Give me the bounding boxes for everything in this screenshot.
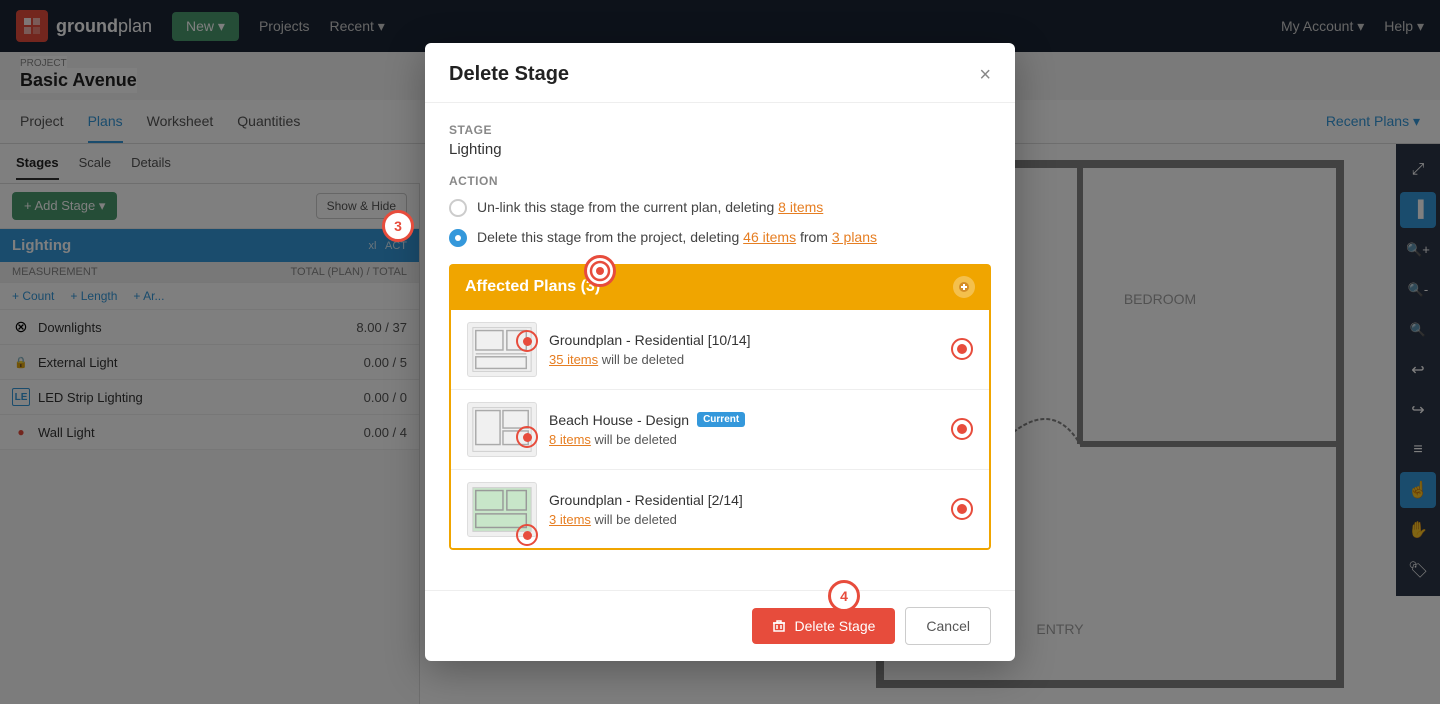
plan-3-items-link[interactable]: 3 items — [549, 512, 591, 527]
affected-plans-header[interactable]: Affected Plans (3) — [449, 264, 991, 310]
plan-1-radio — [951, 338, 973, 360]
affected-plans-circle — [584, 255, 616, 287]
46-items-link[interactable]: 46 items — [743, 229, 796, 245]
plan-2-info: Beach House - Design Current 8 items wil… — [549, 412, 939, 447]
modal-header: Delete Stage × — [425, 43, 1015, 103]
radio-2-circle — [449, 229, 467, 247]
stage-field-label: Stage — [449, 123, 991, 137]
radio-2-text: Delete this stage from the project, dele… — [477, 228, 877, 248]
plan-3-info: Groundplan - Residential [2/14] 3 items … — [549, 492, 939, 527]
plan-1-name: Groundplan - Residential [10/14] — [549, 332, 939, 348]
plan-3-radio-inner — [957, 504, 967, 514]
plan-3-radio — [951, 498, 973, 520]
plan-2-name: Beach House - Design Current — [549, 412, 939, 428]
cancel-button[interactable]: Cancel — [905, 607, 991, 645]
affected-plans-title: Affected Plans (3) — [465, 278, 600, 296]
step-4-indicator: 4 — [828, 580, 860, 612]
radio-1-text: Un-link this stage from the current plan… — [477, 198, 823, 218]
radio-option-1[interactable]: Un-link this stage from the current plan… — [449, 198, 991, 218]
radio-1-circle — [449, 199, 467, 217]
plan-2-radio — [951, 418, 973, 440]
step-3-indicator: 3 — [382, 210, 414, 242]
radio-option-2[interactable]: Delete this stage from the project, dele… — [449, 228, 991, 248]
current-badge: Current — [697, 412, 745, 427]
action-field-label: Action — [449, 174, 991, 188]
plan-2-items-link[interactable]: 8 items — [549, 432, 591, 447]
plan-3-name: Groundplan - Residential [2/14] — [549, 492, 939, 508]
plan-3-delete-text: 3 items will be deleted — [549, 512, 939, 527]
collapse-icon — [953, 276, 975, 298]
modal-overlay: Delete Stage × Stage Lighting Action Un-… — [0, 0, 1440, 704]
delete-stage-btn-label: Delete Stage — [794, 618, 875, 634]
plan-1-radio-inner — [957, 344, 967, 354]
modal-footer: Delete Stage Cancel — [425, 590, 1015, 661]
modal-body: Stage Lighting Action Un-link this stage… — [425, 103, 1015, 589]
3-plans-link[interactable]: 3 plans — [832, 229, 877, 245]
delete-stage-button[interactable]: Delete Stage — [752, 608, 895, 644]
plan-2-radio-inner — [957, 424, 967, 434]
plan-3-indicator — [516, 524, 538, 546]
plan-2-delete-text: 8 items will be deleted — [549, 432, 939, 447]
plan-1-info: Groundplan - Residential [10/14] 35 item… — [549, 332, 939, 367]
trash-icon — [772, 619, 786, 633]
modal-title: Delete Stage — [449, 63, 569, 86]
plan-1-items-link[interactable]: 35 items — [549, 352, 598, 367]
delete-stage-modal: Delete Stage × Stage Lighting Action Un-… — [425, 43, 1015, 660]
stage-field-value: Lighting — [449, 141, 991, 158]
plan-2-indicator — [516, 426, 538, 448]
plan-1-indicator — [516, 330, 538, 352]
items-link[interactable]: 8 items — [778, 199, 823, 215]
modal-close-button[interactable]: × — [979, 65, 991, 85]
plan-1-delete-text: 35 items will be deleted — [549, 352, 939, 367]
affected-plans-section: Affected Plans (3) Groundplan - Resident… — [449, 264, 991, 550]
